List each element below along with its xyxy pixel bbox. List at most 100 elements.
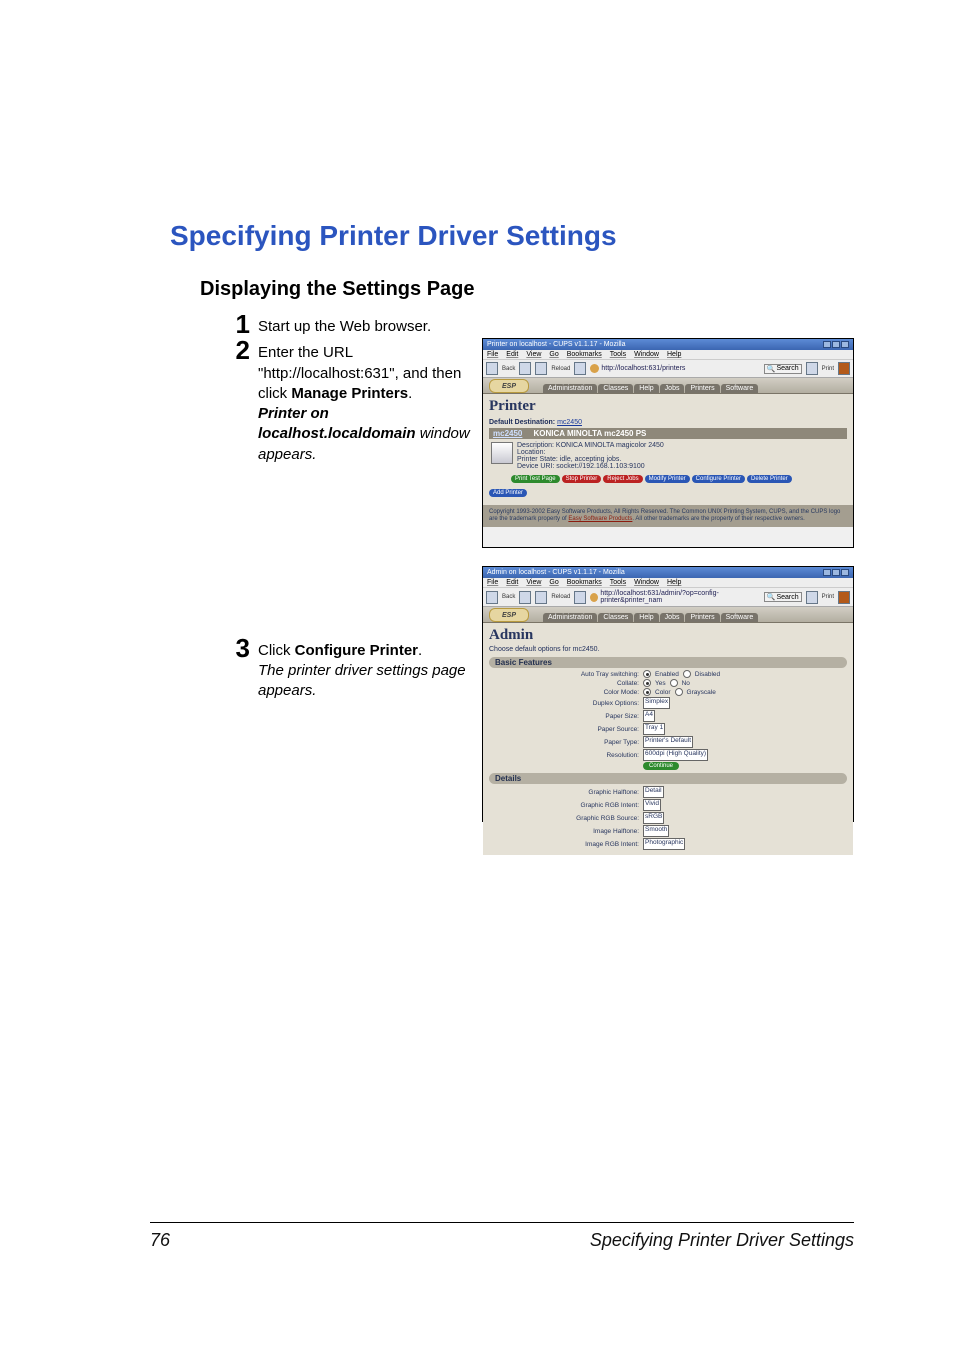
- print-test-page-button[interactable]: Print Test Page: [511, 475, 560, 483]
- default-dest-link[interactable]: mc2450: [557, 419, 582, 426]
- minimize-icon-2[interactable]: [823, 569, 831, 576]
- admin-subtext: Choose default options for mc2450.: [489, 646, 847, 653]
- reload-icon[interactable]: [535, 362, 547, 375]
- desc-label: Description:: [517, 442, 554, 449]
- menu-help-2[interactable]: Help: [667, 579, 681, 586]
- printer-name-link[interactable]: mc2450: [493, 429, 522, 438]
- close-icon[interactable]: [841, 341, 849, 348]
- tab-jobs-2[interactable]: Jobs: [660, 613, 685, 622]
- uri-label: Device URI:: [517, 463, 554, 470]
- tab-classes[interactable]: Classes: [598, 384, 633, 393]
- step-1-number: 1: [220, 311, 250, 337]
- menu-window[interactable]: Window: [634, 351, 659, 358]
- add-printer-button[interactable]: Add Printer: [489, 489, 527, 497]
- step-3-text-a: Click: [258, 642, 295, 659]
- papersize-label: Paper Size:: [489, 713, 639, 720]
- tab-administration[interactable]: Administration: [543, 384, 597, 393]
- maximize-icon[interactable]: [832, 341, 840, 348]
- search-button[interactable]: 🔍 Search: [764, 364, 802, 374]
- copyright-footer: Copyright 1993-2002 Easy Software Produc…: [483, 505, 853, 527]
- menu-file[interactable]: File: [487, 351, 498, 358]
- opt-g-halftone: Graphic Halftone: Detail: [489, 786, 847, 798]
- admin-heading: Admin: [489, 627, 847, 644]
- colormode-color-radio[interactable]: [643, 688, 651, 696]
- g-rgbsrc-select[interactable]: sRGB: [643, 812, 664, 824]
- menu-view-2[interactable]: View: [526, 579, 541, 586]
- menu-edit[interactable]: Edit: [506, 351, 518, 358]
- menu-help[interactable]: Help: [667, 351, 681, 358]
- tab-administration-2[interactable]: Administration: [543, 613, 597, 622]
- opt-g-rgbsrc: Graphic RGB Source: sRGB: [489, 812, 847, 824]
- forward-icon-2[interactable]: [519, 591, 531, 604]
- menu-view[interactable]: View: [526, 351, 541, 358]
- page-number: 76: [150, 1230, 170, 1251]
- collate-yes-radio[interactable]: [643, 679, 651, 687]
- forward-icon[interactable]: [519, 362, 531, 375]
- autotray-enabled-radio[interactable]: [643, 670, 651, 678]
- step-2-text-b: .: [408, 385, 412, 402]
- tab-software-2[interactable]: Software: [721, 613, 759, 622]
- window-title-bar-2: Admin on localhost - CUPS v1.1.17 - Mozi…: [483, 567, 853, 578]
- menu-tools[interactable]: Tools: [610, 351, 626, 358]
- tab-help[interactable]: Help: [634, 384, 658, 393]
- reject-jobs-button[interactable]: Reject Jobs: [603, 475, 642, 483]
- autotray-disabled-radio[interactable]: [683, 670, 691, 678]
- tab-printers-2[interactable]: Printers: [685, 613, 719, 622]
- menu-go-2[interactable]: Go: [549, 579, 558, 586]
- back-icon-2[interactable]: [486, 591, 498, 604]
- papersrc-select[interactable]: Tray 1: [643, 723, 665, 735]
- url-text: http://localhost:631/printers: [601, 365, 685, 372]
- menu-edit-2[interactable]: Edit: [506, 579, 518, 586]
- tab-help-2[interactable]: Help: [634, 613, 658, 622]
- g-halftone-select[interactable]: Detail: [643, 786, 664, 798]
- papersize-select[interactable]: A4: [643, 710, 655, 722]
- i-rgb-select[interactable]: Photographic: [643, 838, 685, 850]
- stop-icon-2[interactable]: [574, 591, 586, 604]
- modify-printer-button[interactable]: Modify Printer: [645, 475, 690, 483]
- duplex-select[interactable]: Simplex: [643, 697, 670, 709]
- minimize-icon[interactable]: [823, 341, 831, 348]
- autotray-enabled-label: Enabled: [655, 671, 679, 678]
- continue-button[interactable]: Continue: [643, 762, 679, 770]
- colormode-gray-radio[interactable]: [675, 688, 683, 696]
- stop-printer-button[interactable]: Stop Printer: [562, 475, 602, 483]
- close-icon-2[interactable]: [841, 569, 849, 576]
- search-button-2[interactable]: 🔍 Search: [764, 592, 802, 602]
- menu-bar: File Edit View Go Bookmarks Tools Window…: [483, 350, 853, 359]
- print-icon[interactable]: [806, 362, 818, 375]
- tab-classes-2[interactable]: Classes: [598, 613, 633, 622]
- tab-printers[interactable]: Printers: [685, 384, 719, 393]
- menu-bookmarks-2[interactable]: Bookmarks: [567, 579, 602, 586]
- menu-go[interactable]: Go: [549, 351, 558, 358]
- configure-printer-button[interactable]: Configure Printer: [692, 475, 745, 483]
- stop-icon[interactable]: [574, 362, 586, 375]
- tab-software[interactable]: Software: [721, 384, 759, 393]
- papertype-select[interactable]: Printer's Default: [643, 736, 693, 748]
- step-3-text: Click Configure Printer. The printer dri…: [258, 635, 478, 702]
- resolution-select[interactable]: 600dpi (High Quality): [643, 749, 708, 761]
- copyright-link[interactable]: Easy Software Products: [568, 516, 632, 522]
- g-rgb-select[interactable]: Vivid: [643, 799, 661, 811]
- menu-tools-2[interactable]: Tools: [610, 579, 626, 586]
- print-icon-2[interactable]: [806, 591, 818, 604]
- maximize-icon-2[interactable]: [832, 569, 840, 576]
- opt-continue: Continue: [489, 762, 847, 770]
- tab-jobs[interactable]: Jobs: [660, 384, 685, 393]
- opt-i-halftone: Image Halftone: Smooth: [489, 825, 847, 837]
- step-3-bold: Configure Printer: [295, 642, 418, 659]
- browser-toolbar: Back Reload http://localhost:631/printer…: [483, 359, 853, 378]
- delete-printer-button[interactable]: Delete Printer: [747, 475, 792, 483]
- menu-window-2[interactable]: Window: [634, 579, 659, 586]
- collate-no-radio[interactable]: [670, 679, 678, 687]
- reload-label-2: Reload: [551, 594, 570, 600]
- url-bar-2[interactable]: http://localhost:631/admin/?op=config-pr…: [590, 590, 759, 604]
- menu-file-2[interactable]: File: [487, 579, 498, 586]
- colormode-gray-label: Grayscale: [687, 689, 716, 696]
- step-3-text-b: .: [418, 642, 422, 659]
- reload-icon-2[interactable]: [535, 591, 547, 604]
- url-bar[interactable]: http://localhost:631/printers: [590, 364, 759, 373]
- window-title-text: Printer on localhost - CUPS v1.1.17 - Mo…: [487, 341, 626, 348]
- i-halftone-select[interactable]: Smooth: [643, 825, 669, 837]
- back-icon[interactable]: [486, 362, 498, 375]
- menu-bookmarks[interactable]: Bookmarks: [567, 351, 602, 358]
